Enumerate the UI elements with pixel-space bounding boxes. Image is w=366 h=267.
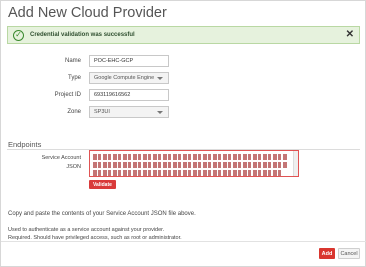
type-select[interactable]: Google Compute Engine [89,72,169,84]
chevron-down-icon [157,77,163,80]
name-value: POC-EHC-GCP [94,58,134,64]
service-account-json-textarea[interactable] [89,150,299,177]
cancel-button[interactable]: Cancel [338,248,360,259]
add-button[interactable]: Add [319,248,335,259]
close-icon[interactable]: ✕ [346,29,354,41]
chevron-down-icon [157,111,163,114]
textarea-scrollbar[interactable] [293,151,298,176]
help-text-copy-json: Copy and paste the contents of your Serv… [8,211,196,217]
name-field[interactable]: POC-EHC-GCP [89,55,169,67]
json-text-line [93,170,283,176]
validate-button[interactable]: Validate [89,180,116,189]
zone-label: Zone [67,109,81,115]
zone-select[interactable]: SP3UI [89,106,169,118]
check-circle-icon: ✓ [13,29,24,41]
add-cloud-provider-dialog: Add New Cloud Provider ✓ Credential vali… [0,0,366,267]
project-id-label: Project ID [54,92,81,98]
service-account-label-json: JSON [66,164,81,170]
type-value: Google Compute Engine [94,75,155,81]
json-text-line [93,154,288,160]
endpoints-heading: Endpoints [8,140,42,149]
footer-divider [1,241,366,242]
json-text-line [93,162,288,168]
alert-message: Credential validation was successful [30,32,135,38]
project-id-field[interactable]: 693119616562 [89,89,169,101]
help-text-authenticate: Used to authenticate as a service accoun… [8,227,165,233]
project-id-value: 693119616562 [94,92,131,98]
success-alert: ✓ Credential validation was successful ✕ [7,26,360,44]
name-label: Name [64,58,81,64]
type-label: Type [67,75,81,81]
zone-value: SP3UI [94,109,110,115]
dialog-title: Add New Cloud Provider [8,5,167,21]
service-account-label: Service Account [41,155,81,161]
